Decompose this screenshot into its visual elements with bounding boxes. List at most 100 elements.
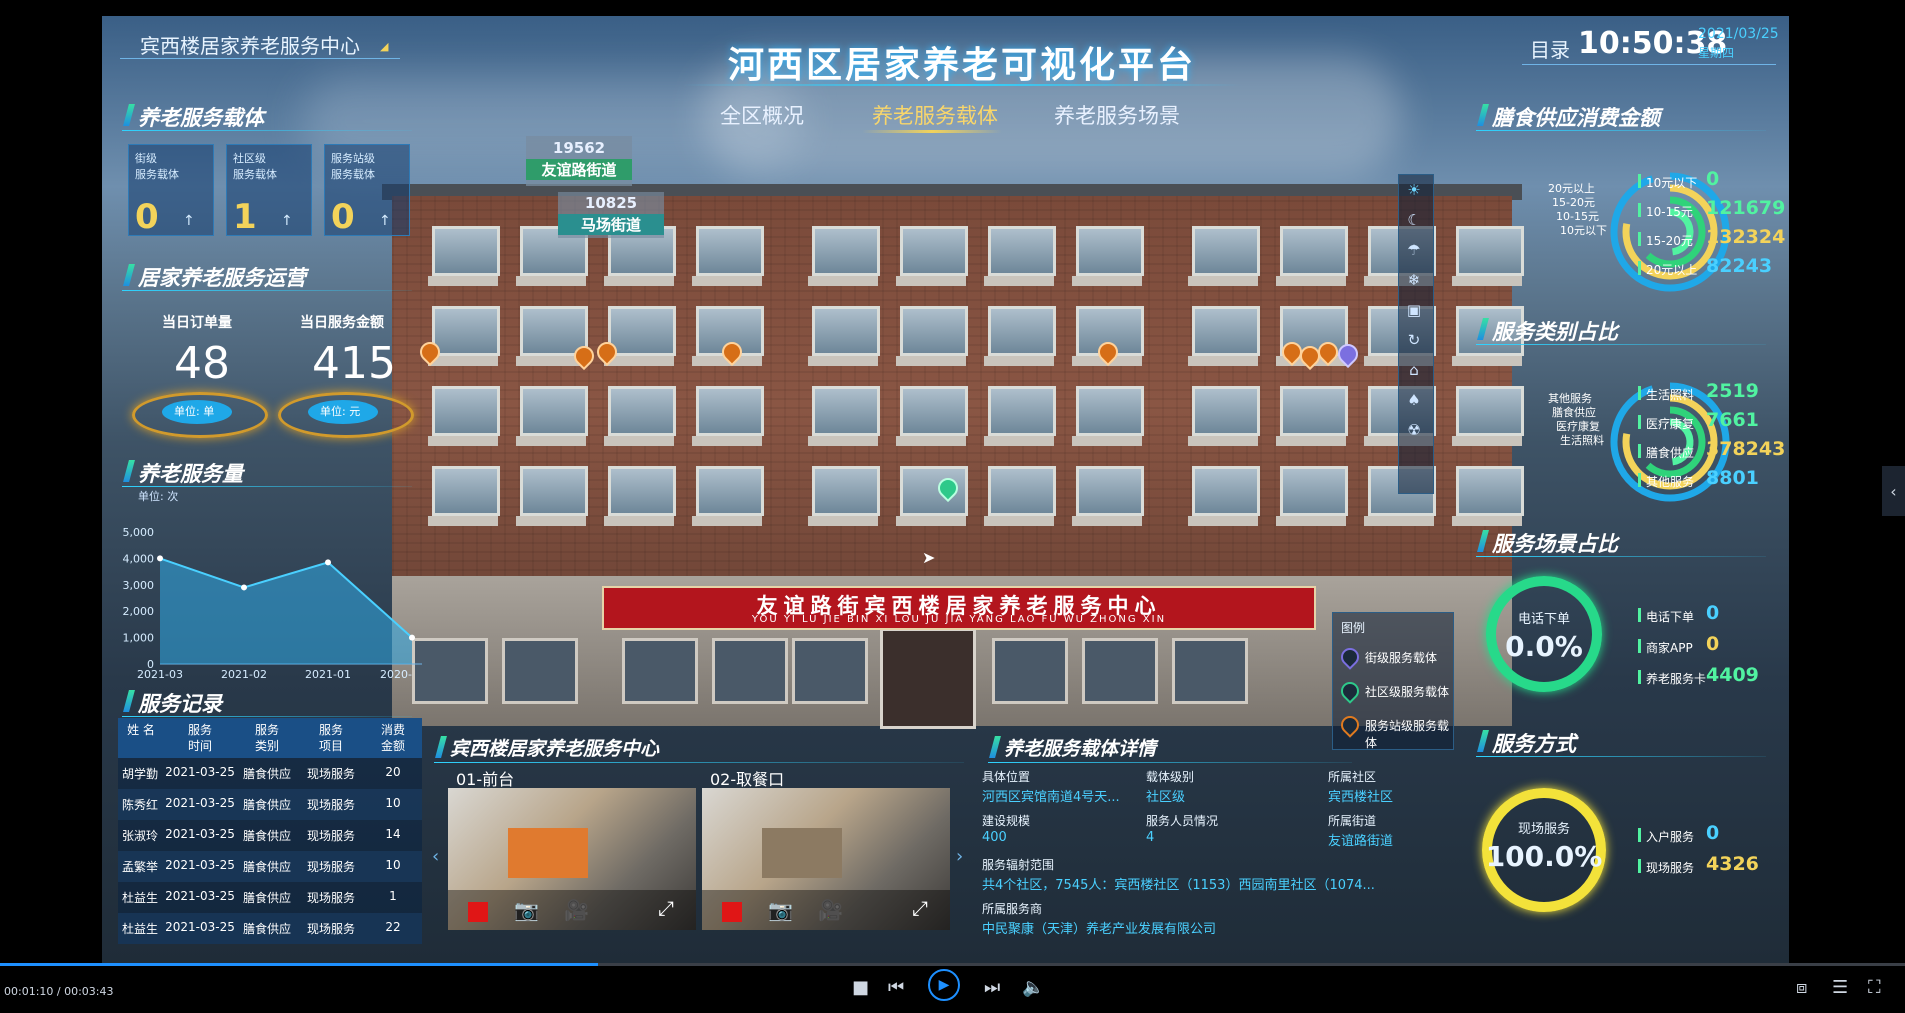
- progress-track[interactable]: [0, 963, 1905, 966]
- legend-item[interactable]: 服务站级服务载体: [1333, 710, 1453, 750]
- stat-marker: [1638, 203, 1641, 217]
- window-sill: [1276, 276, 1346, 286]
- window-sill: [516, 276, 586, 286]
- data-point[interactable]: [157, 555, 163, 562]
- window: [608, 466, 676, 516]
- expand-icon[interactable]: ⤢: [912, 896, 928, 920]
- table-cell: 杜益生: [122, 891, 159, 905]
- street-popup-machang[interactable]: 10825 马场街道: [558, 192, 664, 238]
- table-row[interactable]: 杜益生 2021-03-25 膳食供应 现场服务 1: [118, 882, 422, 913]
- carrier-value: 1: [233, 197, 257, 237]
- fullscreen-icon[interactable]: ⛶: [1868, 977, 1881, 998]
- camera-icon[interactable]: 📷: [768, 898, 793, 922]
- table-row[interactable]: 孟繁举 2021-03-25 膳食供应 现场服务 10: [118, 851, 422, 882]
- volume-title: 养老服务量: [138, 462, 243, 486]
- previous-icon[interactable]: ⏮: [888, 977, 904, 998]
- table-header-cell: 服务 时间: [164, 722, 236, 754]
- camera-next-icon[interactable]: ›: [956, 846, 963, 867]
- window-sill: [808, 356, 878, 366]
- section-marker: [123, 690, 135, 712]
- data-point[interactable]: [241, 584, 247, 591]
- data-point[interactable]: [409, 634, 415, 641]
- camera-prev-icon[interactable]: ‹: [432, 846, 439, 867]
- moon-icon[interactable]: ☾: [1399, 205, 1429, 235]
- mode-title: 服务方式: [1492, 732, 1576, 756]
- video-icon[interactable]: 🎥: [818, 898, 843, 922]
- popup-count: 19562: [552, 139, 606, 157]
- carrier-card[interactable]: 服务站级 服务载体 0 ↑: [324, 144, 410, 237]
- carrier-card[interactable]: 街级 服务载体 0 ↑: [128, 144, 214, 237]
- volume-icon[interactable]: 🔈: [1022, 977, 1044, 998]
- table-cell: 2021-03-25: [165, 796, 235, 810]
- window-sill: [516, 436, 586, 446]
- next-icon[interactable]: ⏭: [984, 977, 1000, 998]
- section-line: [122, 130, 412, 131]
- snow-icon[interactable]: ❄: [1399, 265, 1429, 295]
- tab-service-scene[interactable]: 养老服务场景: [1054, 100, 1180, 130]
- rain-icon[interactable]: ☂: [1399, 235, 1429, 265]
- section-line: [1476, 556, 1766, 557]
- page-title: 河西区居家养老可视化平台: [727, 45, 1196, 86]
- sun-icon[interactable]: ☀: [1399, 175, 1429, 205]
- legend-item[interactable]: 社区级服务载体: [1333, 676, 1453, 710]
- camera-scene: [508, 828, 588, 878]
- tab-overview[interactable]: 全区概况: [720, 100, 804, 130]
- detail-community-value: 宾西楼社区: [1328, 790, 1394, 805]
- reset-icon[interactable]: ⌂: [1399, 355, 1429, 385]
- expand-icon[interactable]: ⤢: [658, 896, 674, 920]
- legend-item[interactable]: 街级服务载体: [1333, 642, 1453, 676]
- stat-marker: [1638, 174, 1641, 188]
- layers-icon[interactable]: ▣: [1399, 295, 1429, 325]
- directory-link[interactable]: 目录: [1530, 34, 1570, 63]
- stat-marker: [1638, 415, 1641, 429]
- window-sill: [984, 276, 1054, 286]
- carrier-cards: 街级 服务载体 0 ↑ 社区级 服务载体 1 ↑ 服务站级 服务载体 0 ↑: [128, 144, 418, 237]
- table-cell: 14: [385, 827, 401, 841]
- rotate-icon[interactable]: ↻: [1399, 325, 1429, 355]
- window-sill: [692, 516, 762, 526]
- table-row[interactable]: 杜益生 2021-03-25 膳食供应 现场服务 22: [118, 913, 422, 944]
- stat-label: 医疗康复: [1646, 417, 1695, 431]
- camera-feed[interactable]: 📷 🎥 ⤢: [448, 788, 696, 930]
- y-tick-label: 1,000: [123, 632, 155, 645]
- settings-icon[interactable]: ☰: [1832, 977, 1848, 998]
- table-cell: 现场服务: [306, 767, 355, 781]
- detail-scale-value: 400: [982, 830, 1007, 845]
- center-name-box[interactable]: 宾西楼居家养老服务中心 ◢: [120, 24, 400, 59]
- radar-icon[interactable]: ☢: [1399, 415, 1429, 445]
- building-facade: [392, 196, 1524, 616]
- window: [1076, 466, 1144, 516]
- camera-feed[interactable]: 📷 🎥 ⤢: [702, 788, 950, 930]
- camera-label: 02-取餐口: [710, 770, 785, 789]
- side-panel-toggle[interactable]: ‹: [1882, 466, 1905, 516]
- table-row[interactable]: 陈秀红 2021-03-25 膳食供应 现场服务 10: [118, 789, 422, 820]
- stat-marker: [1638, 261, 1641, 275]
- table-cell: 2021-03-25: [165, 765, 235, 779]
- table-cell: 现场服务: [306, 922, 355, 936]
- camera-icon[interactable]: 📷: [514, 898, 539, 922]
- stop-icon[interactable]: ■: [852, 977, 869, 998]
- stat-row: 20元以上 82243: [1638, 255, 1788, 284]
- screenshot-icon[interactable]: ⧈: [1796, 977, 1807, 998]
- camera-controls: 📷 🎥 ⤢: [448, 890, 696, 930]
- popup-count: 10825: [584, 194, 638, 212]
- table-cell: 现场服务: [306, 860, 355, 874]
- stat-marker: [1638, 639, 1641, 653]
- window: [988, 226, 1056, 276]
- building-entrance: [880, 628, 976, 729]
- carrier-label-line1: 社区级: [233, 152, 266, 165]
- data-point[interactable]: [325, 559, 331, 566]
- carrier-card[interactable]: 社区级 服务载体 1 ↑: [226, 144, 312, 237]
- record-icon[interactable]: [468, 902, 488, 922]
- table-row[interactable]: 张淑玲 2021-03-25 膳食供应 现场服务 14: [118, 820, 422, 851]
- table-row[interactable]: 胡学勤 2021-03-25 膳食供应 现场服务 20: [118, 758, 422, 789]
- video-icon[interactable]: 🎥: [564, 898, 589, 922]
- window-sill: [1188, 276, 1258, 286]
- play-button[interactable]: ▶: [928, 969, 960, 1001]
- window-sill: [1188, 356, 1258, 366]
- pin-icon[interactable]: ♠: [1399, 385, 1429, 415]
- tab-service-carrier[interactable]: 养老服务载体: [872, 100, 998, 130]
- record-icon[interactable]: [722, 902, 742, 922]
- detail-staff-value: 4: [1146, 830, 1155, 845]
- street-popup-youyilu[interactable]: 19562 友谊路街道: [526, 136, 632, 186]
